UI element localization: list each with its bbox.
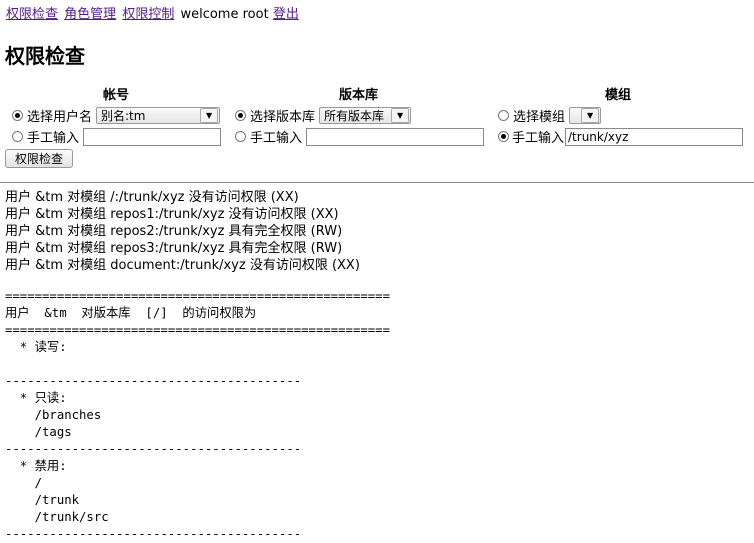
module-manual-label: 手工输入 [512,131,565,146]
chevron-down-icon: ▼ [581,108,600,123]
account-select-radio[interactable] [12,110,23,121]
result-line: 用户 &tm 对模组 /:/trunk/xyz 没有访问权限 (XX) [5,190,299,205]
repo-manual-row: 手工输入 [235,127,485,146]
module-select-row: 选择模组 ▼ [498,106,602,125]
account-manual-input[interactable] [83,127,222,146]
divider [0,182,754,183]
repo-manual-input[interactable] [306,127,485,146]
permission-check-button[interactable]: 权限检查 [5,149,74,168]
repo-manual-label: 手工输入 [250,131,303,146]
repo-manual-radio[interactable] [235,131,246,142]
permission-report: ========================================… [5,289,390,541]
repo-dropdown-value: 所有版本库 [324,109,385,123]
page-title: 权限检查 [5,44,85,68]
result-line: 用户 &tm 对模组 document:/trunk/xyz 没有访问权限 (X… [5,258,360,273]
module-dropdown[interactable]: ▼ [569,107,602,124]
nav-link-role-management[interactable]: 角色管理 [64,7,116,22]
chevron-down-icon: ▼ [391,108,410,123]
module-manual-radio[interactable] [498,131,509,142]
result-line: 用户 &tm 对模组 repos3:/trunk/xyz 具有完全权限 (RW) [5,241,343,256]
result-line: 用户 &tm 对模组 repos2:/trunk/xyz 具有完全权限 (RW) [5,224,343,239]
account-manual-label: 手工输入 [27,131,80,146]
top-navigation: 权限检查 角色管理 权限控制 welcome root 登出 [6,3,301,22]
results-list: 用户 &tm 对模组 /:/trunk/xyz 没有访问权限 (XX) 用户 &… [5,189,360,274]
nav-link-permission-control[interactable]: 权限控制 [122,7,174,22]
logout-link[interactable]: 登出 [273,7,299,22]
account-manual-row: 手工输入 [12,127,222,146]
account-dropdown[interactable]: 别名:tm ▼ [96,107,221,124]
repo-select-label: 选择版本库 [250,110,316,125]
module-column-header: 模组 [605,88,632,103]
account-select-label: 选择用户名 [27,110,93,125]
nav-link-permission-check[interactable]: 权限检查 [6,7,58,22]
account-column-header: 帐号 [103,88,130,103]
module-manual-input[interactable] [565,127,744,146]
repo-dropdown[interactable]: 所有版本库 ▼ [319,107,412,124]
module-select-radio[interactable] [498,110,509,121]
module-manual-row: 手工输入 [498,127,744,146]
repo-select-row: 选择版本库 所有版本库 ▼ [235,106,412,125]
result-line: 用户 &tm 对模组 repos1:/trunk/xyz 没有访问权限 (XX) [5,207,339,222]
chevron-down-icon: ▼ [200,108,219,123]
welcome-text: welcome root [180,7,269,22]
account-manual-radio[interactable] [12,131,23,142]
account-select-row: 选择用户名 别名:tm ▼ [12,106,221,125]
account-dropdown-value: 别名:tm [101,109,146,123]
module-select-label: 选择模组 [513,110,566,125]
repo-select-radio[interactable] [235,110,246,121]
repo-column-header: 版本库 [339,88,379,103]
